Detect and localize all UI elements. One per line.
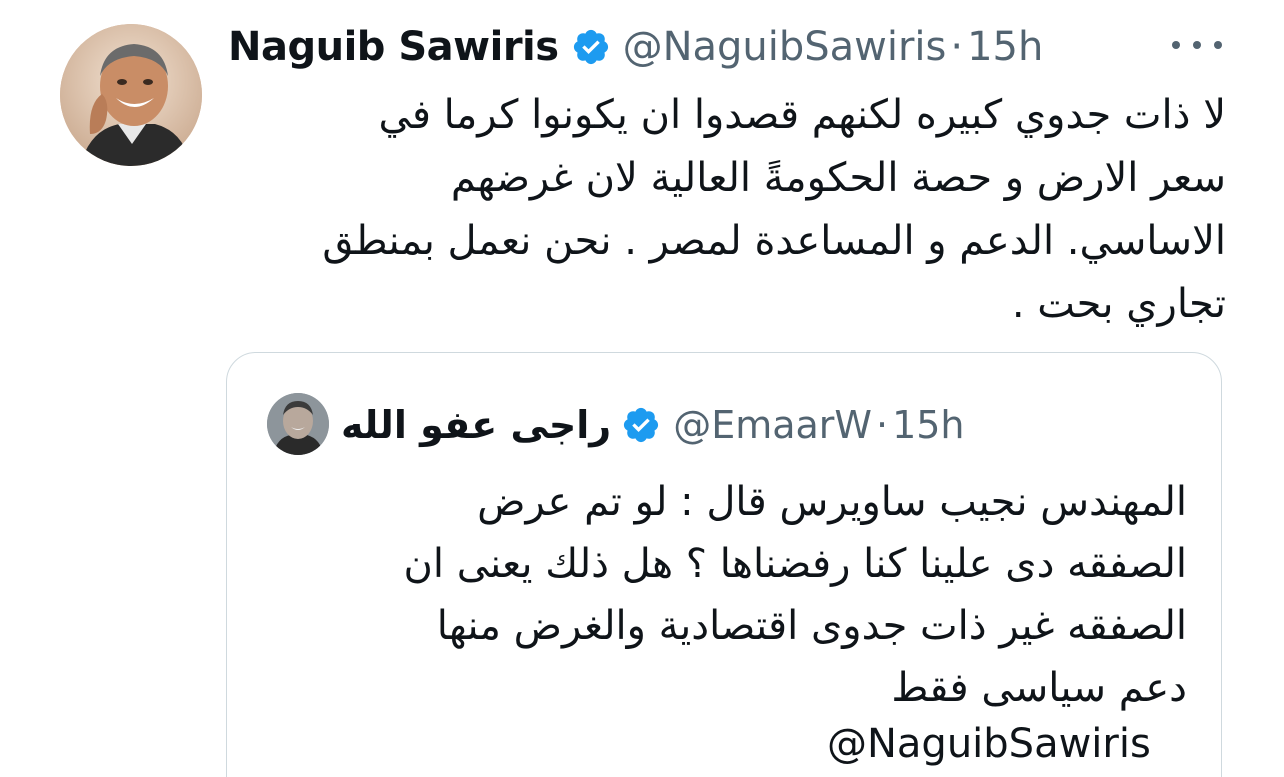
tweet: Naguib Sawiris @NaguibSawiris · 15h لا ذ… (0, 0, 1284, 777)
author-name[interactable]: Naguib Sawiris (228, 24, 559, 70)
quoted-tweet-timestamp[interactable]: 15h (892, 403, 964, 447)
quoted-tweet-header: راجى عفو الله @EmaarW · 15h (341, 397, 965, 453)
more-options-icon[interactable] (1172, 32, 1222, 58)
quoted-avatar-image (267, 393, 329, 455)
separator-dot: · (950, 24, 964, 70)
more-dot (1172, 41, 1180, 49)
separator-dot: · (875, 403, 889, 447)
tweet-header: Naguib Sawiris @NaguibSawiris · 15h (228, 18, 1043, 76)
verified-badge-icon[interactable] (621, 405, 661, 445)
author-avatar-image (60, 24, 202, 166)
more-dot (1214, 41, 1222, 49)
quoted-author-handle[interactable]: @EmaarW (673, 403, 872, 447)
tweet-text: لا ذات جدوي كبيره لكنهم قصدوا ان يكونوا … (322, 92, 1226, 327)
quoted-tweet-text: المهندس نجيب ساويرس قال : لو تم عرض الصف… (403, 479, 1187, 711)
quoted-author-name[interactable]: راجى عفو الله (341, 403, 611, 447)
author-handle[interactable]: @NaguibSawiris (623, 24, 947, 70)
quoted-author-avatar[interactable] (267, 393, 329, 455)
author-avatar[interactable] (60, 24, 202, 166)
more-dot (1193, 41, 1201, 49)
quoted-tweet[interactable]: راجى عفو الله @EmaarW · 15h المهندس نجيب… (226, 352, 1222, 777)
verified-badge-icon[interactable] (571, 27, 611, 67)
quoted-tweet-mention[interactable]: @NaguibSawiris (827, 721, 1151, 767)
tweet-timestamp[interactable]: 15h (967, 24, 1043, 70)
